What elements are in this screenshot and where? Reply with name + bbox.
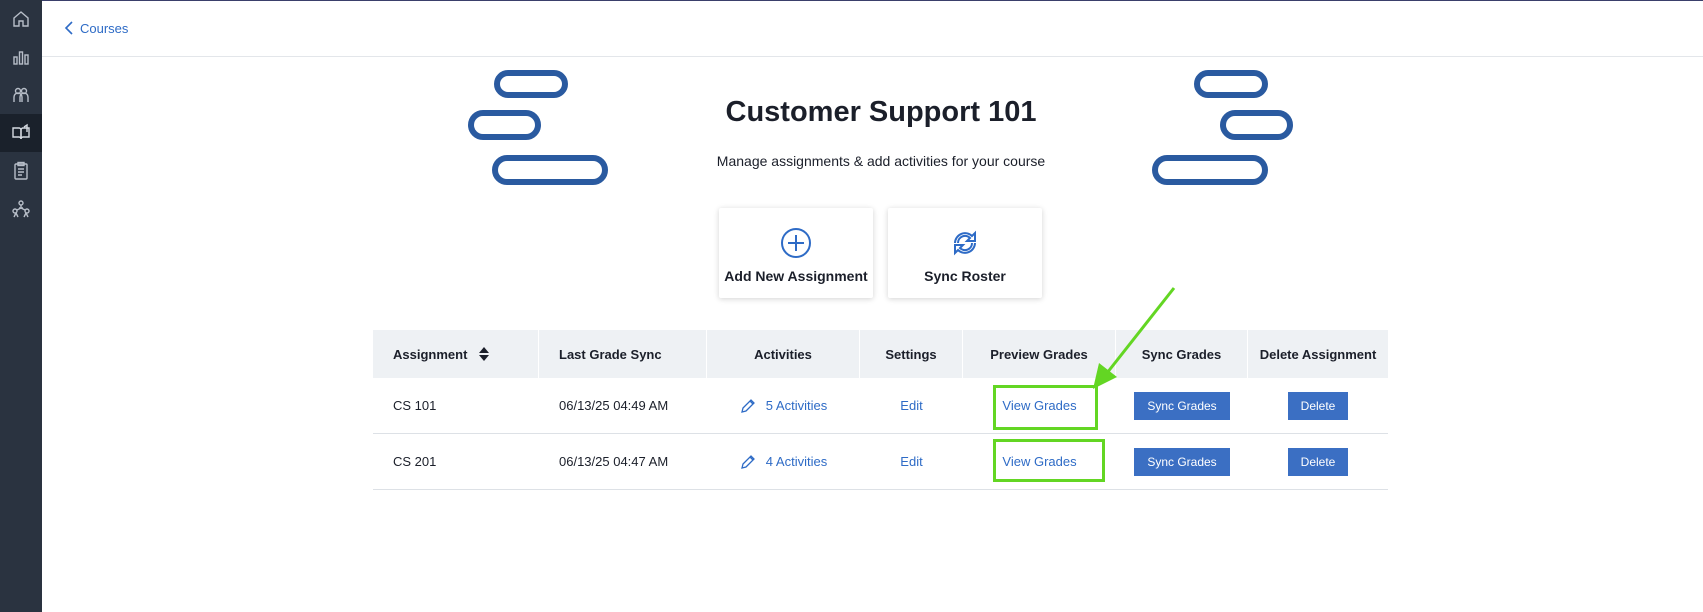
table-row: CS 201 06/13/25 04:47 AM 4 Activities Ed… xyxy=(373,434,1388,490)
sync-grades-button[interactable]: Sync Grades xyxy=(1134,391,1230,420)
chevron-left-icon xyxy=(64,21,73,35)
last-grade-sync: 06/13/25 04:47 AM xyxy=(559,454,669,469)
column-header-activities: Activities xyxy=(707,330,860,378)
top-header: Courses xyxy=(42,1,1703,57)
activities-link[interactable]: 5 Activities xyxy=(740,398,827,414)
delete-button[interactable]: Delete xyxy=(1287,391,1349,420)
column-header-label: Assignment xyxy=(393,346,468,362)
edit-link[interactable]: Edit xyxy=(900,398,922,413)
pencil-icon xyxy=(740,398,755,413)
activities-link[interactable]: 4 Activities xyxy=(740,454,827,470)
sidebar-item-reports[interactable] xyxy=(0,38,42,76)
assignment-name: CS 101 xyxy=(393,398,437,413)
add-new-assignment-label: Add New Assignment xyxy=(724,268,868,284)
sync-roster-label: Sync Roster xyxy=(924,268,1006,284)
assignment-name: CS 201 xyxy=(393,454,437,469)
activities-label: 4 Activities xyxy=(765,454,828,469)
plus-circle-icon xyxy=(781,228,811,258)
annotation-arrow-icon xyxy=(1093,287,1176,389)
highlight-box xyxy=(993,439,1105,482)
sidebar xyxy=(0,0,42,612)
page-title: Customer Support 101 xyxy=(725,96,1037,128)
sync-roster-button[interactable]: Sync Roster xyxy=(888,208,1042,298)
people-network-icon xyxy=(12,200,30,218)
back-to-courses-link[interactable]: Courses xyxy=(64,20,128,36)
page-subtitle: Manage assignments & add activities for … xyxy=(716,153,1046,169)
delete-button[interactable]: Delete xyxy=(1287,447,1349,476)
assignments-table: Assignment Last Grade Sync Activities Se… xyxy=(373,330,1388,490)
sync-icon xyxy=(954,230,976,256)
sort-icon[interactable] xyxy=(479,347,490,361)
sidebar-item-home[interactable] xyxy=(0,0,42,38)
bar-chart-icon xyxy=(13,51,29,65)
edit-link[interactable]: Edit xyxy=(900,454,922,469)
activities-label: 5 Activities xyxy=(765,398,828,413)
table-row: CS 101 06/13/25 04:49 AM 5 Activities Ed… xyxy=(373,378,1388,434)
table-header: Assignment Last Grade Sync Activities Se… xyxy=(373,330,1388,378)
column-header-delete-assignment: Delete Assignment xyxy=(1259,346,1377,362)
pencil-icon xyxy=(740,454,755,469)
column-header-last-grade-sync: Last Grade Sync xyxy=(539,330,707,378)
add-new-assignment-button[interactable]: Add New Assignment xyxy=(719,208,873,298)
column-header-assignment[interactable]: Assignment xyxy=(373,330,539,378)
sidebar-item-groups[interactable] xyxy=(0,190,42,228)
decor-pill xyxy=(494,70,568,98)
decor-pill xyxy=(1194,70,1268,98)
last-grade-sync: 06/13/25 04:49 AM xyxy=(559,398,669,413)
home-icon xyxy=(13,11,29,27)
column-header-settings: Settings xyxy=(860,330,963,378)
highlight-box xyxy=(993,385,1098,430)
sync-grades-button[interactable]: Sync Grades xyxy=(1134,447,1230,476)
back-label: Courses xyxy=(80,20,129,36)
